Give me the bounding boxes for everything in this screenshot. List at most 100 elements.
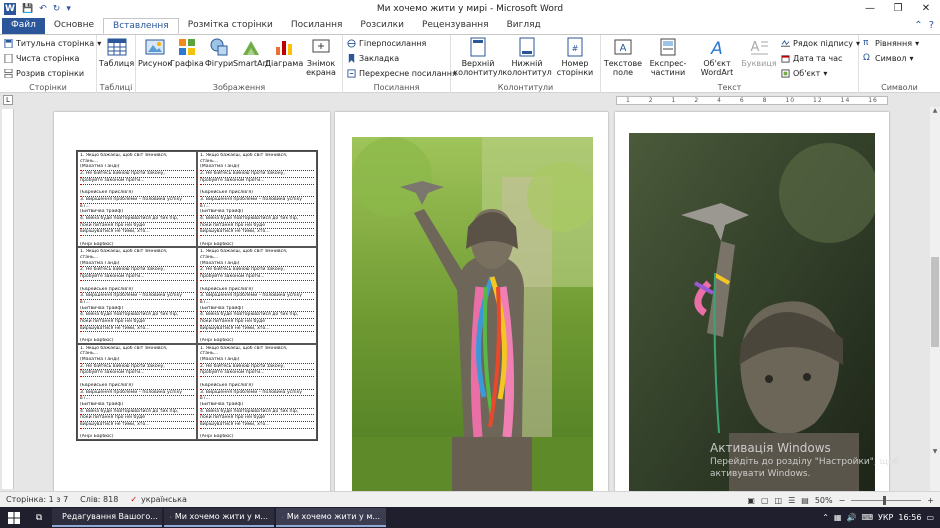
- notifications-icon[interactable]: ▭: [926, 513, 934, 522]
- page-number-button[interactable]: # Номер сторінки: [553, 37, 597, 77]
- clock[interactable]: 16:56: [898, 513, 921, 522]
- cross-reference-button[interactable]: Перехресне посилання: [347, 67, 457, 80]
- volume-icon[interactable]: 🔊: [846, 513, 856, 522]
- zoom-slider[interactable]: [851, 495, 922, 505]
- start-button[interactable]: [0, 507, 28, 528]
- scroll-down-icon[interactable]: ▼: [930, 448, 940, 458]
- footer-button[interactable]: Нижній колонтитул: [502, 37, 552, 77]
- full-screen-view-icon[interactable]: ▢: [761, 496, 769, 505]
- word-logo-icon[interactable]: W: [4, 2, 16, 15]
- quote-line: 2. Не бійтесь війною проти закону,: [80, 171, 194, 178]
- redo-icon[interactable]: ↻: [53, 4, 61, 14]
- tab-insert[interactable]: Вставлення: [103, 18, 179, 34]
- statue-photo-1[interactable]: [352, 137, 593, 491]
- restore-button[interactable]: ❐: [884, 0, 912, 17]
- quote-cell[interactable]: 1. Якщо бажаєш, щоб світ змінився, стань.…: [77, 343, 197, 440]
- scroll-thumb[interactable]: [931, 257, 939, 347]
- zoom-out-button[interactable]: −: [839, 496, 846, 505]
- group-label-illustrations: Зображення: [212, 83, 266, 92]
- taskbar-app-folder[interactable]: Ми хочемо жити у м...: [164, 508, 274, 527]
- signature-line-icon: [781, 39, 790, 47]
- page-3[interactable]: [615, 112, 889, 491]
- zoom-level[interactable]: 50%: [815, 496, 833, 505]
- quick-parts-button[interactable]: Експрес-частини: [643, 37, 693, 77]
- screenshot-icon: [312, 39, 330, 53]
- svg-text:A: A: [751, 40, 760, 55]
- print-layout-view-icon[interactable]: ▣: [747, 496, 755, 505]
- minimize-button[interactable]: —: [856, 0, 884, 17]
- tab-page-layout[interactable]: Розмітка сторінки: [179, 18, 282, 34]
- quote-line: 3. Вирішення проблеми – половина успіху: [80, 197, 194, 204]
- customize-quick-access-icon[interactable]: ▾: [66, 4, 71, 14]
- network-icon[interactable]: ▦: [834, 513, 842, 522]
- task-view-icon[interactable]: ⧉: [28, 513, 50, 523]
- language-status[interactable]: ✓ українська: [124, 495, 193, 504]
- signature-line-button[interactable]: Рядок підпису ▾: [781, 37, 860, 50]
- undo-icon[interactable]: ↶: [39, 4, 47, 14]
- clipart-button[interactable]: Графіка: [170, 37, 204, 68]
- wordart-button[interactable]: A Об'єкт WordArt: [697, 37, 737, 77]
- quote-line: вирішуватися не тими, хто...: [200, 326, 314, 333]
- tab-review[interactable]: Рецензування: [413, 18, 498, 34]
- quote-line: пробуйте законом проти...: [200, 274, 314, 281]
- outline-view-icon[interactable]: ☰: [788, 496, 795, 505]
- quotes-table[interactable]: 1. Якщо бажаєш, щоб світ змінився, стань.…: [76, 150, 318, 441]
- quote-line: поки питання про неї буде: [80, 319, 194, 326]
- tray-chevron-icon[interactable]: ⌃: [822, 513, 829, 522]
- help-icon[interactable]: ?: [929, 18, 934, 34]
- quote-cell[interactable]: 1. Якщо бажаєш, щоб світ змінився, стань.…: [77, 247, 197, 344]
- tab-home[interactable]: Основне: [45, 18, 103, 34]
- tab-selector-button[interactable]: L: [3, 95, 13, 105]
- symbol-button[interactable]: Ω Символ ▾: [863, 52, 914, 65]
- smartart-button[interactable]: SmartArt: [233, 37, 269, 68]
- zoom-in-button[interactable]: +: [927, 496, 934, 505]
- word-count-status[interactable]: Слів: 818: [74, 495, 124, 504]
- screenshot-button[interactable]: Знімок екрана: [302, 37, 340, 77]
- tab-file[interactable]: Файл: [2, 18, 45, 34]
- quote-cell[interactable]: 1. Якщо бажаєш, щоб світ змінився, стань.…: [197, 247, 317, 344]
- equation-button[interactable]: π Рівняння ▾: [863, 37, 919, 50]
- page-2[interactable]: [335, 112, 608, 491]
- scroll-up-icon[interactable]: ▲: [930, 107, 940, 117]
- close-button[interactable]: ✕: [912, 0, 940, 17]
- quote-cell[interactable]: 1. Якщо бажаєш, щоб світ змінився, стань.…: [197, 343, 317, 440]
- language-indicator[interactable]: УКР: [878, 513, 893, 522]
- quote-line: (Єврейське прислів'я): [80, 383, 194, 390]
- hyperlink-button[interactable]: Гіперпосилання: [347, 37, 426, 50]
- quote-line: (Махатма Ганді): [200, 261, 314, 268]
- horizontal-ruler[interactable]: 1 2 1 2 4 6 8 10 12 14 16: [616, 96, 888, 105]
- tab-references[interactable]: Посилання: [282, 18, 352, 34]
- table-button[interactable]: Таблиця: [99, 37, 134, 68]
- collapse-ribbon-icon[interactable]: ⌃: [914, 18, 922, 34]
- quote-cell[interactable]: 1. Якщо бажаєш, щоб світ змінився, стань.…: [77, 151, 197, 248]
- vertical-ruler[interactable]: [2, 109, 14, 489]
- picture-button[interactable]: Рисунок: [138, 37, 172, 68]
- page-1[interactable]: 1. Якщо бажаєш, щоб світ змінився, стань.…: [54, 112, 330, 491]
- tab-mailings[interactable]: Розсилки: [351, 18, 413, 34]
- web-layout-view-icon[interactable]: ◫: [775, 496, 783, 505]
- save-icon[interactable]: 💾: [22, 4, 33, 14]
- shapes-button[interactable]: Фігури: [204, 37, 234, 68]
- document-workspace[interactable]: 1. Якщо бажаєш, щоб світ змінився, стань.…: [16, 107, 930, 491]
- header-button[interactable]: Верхній колонтитул: [453, 37, 503, 77]
- blank-page-button[interactable]: Чиста сторінка: [4, 52, 79, 65]
- object-button[interactable]: Об'єкт ▾: [781, 67, 827, 80]
- smartart-icon: [243, 41, 259, 55]
- draft-view-icon[interactable]: ▤: [801, 496, 809, 505]
- page-count-status[interactable]: Сторінка: 1 з 7: [0, 495, 74, 504]
- keyboard-icon[interactable]: ⌨: [861, 513, 873, 522]
- taskbar-app-chrome[interactable]: Редагування Вашого...: [52, 508, 162, 527]
- quote-cell[interactable]: 1. Якщо бажаєш, щоб світ змінився, стань.…: [197, 151, 317, 248]
- cover-page-button[interactable]: Титульна сторінка ▾: [4, 37, 101, 50]
- bookmark-button[interactable]: Закладка: [347, 52, 399, 65]
- text-box-button[interactable]: A Текстове поле: [603, 37, 643, 77]
- page-break-button[interactable]: Розрив сторінки: [4, 67, 84, 80]
- drop-cap-button[interactable]: A Буквиця: [739, 37, 779, 68]
- statue-photo-2[interactable]: [629, 133, 875, 491]
- date-time-button[interactable]: Дата та час: [781, 52, 842, 65]
- vertical-scrollbar[interactable]: ▲ ▼: [930, 107, 940, 491]
- taskbar-app-word[interactable]: W Ми хочемо жити у м...: [276, 508, 386, 527]
- shapes-icon: [210, 38, 228, 56]
- tab-view[interactable]: Вигляд: [498, 18, 550, 34]
- chart-button[interactable]: Діаграма: [265, 37, 303, 68]
